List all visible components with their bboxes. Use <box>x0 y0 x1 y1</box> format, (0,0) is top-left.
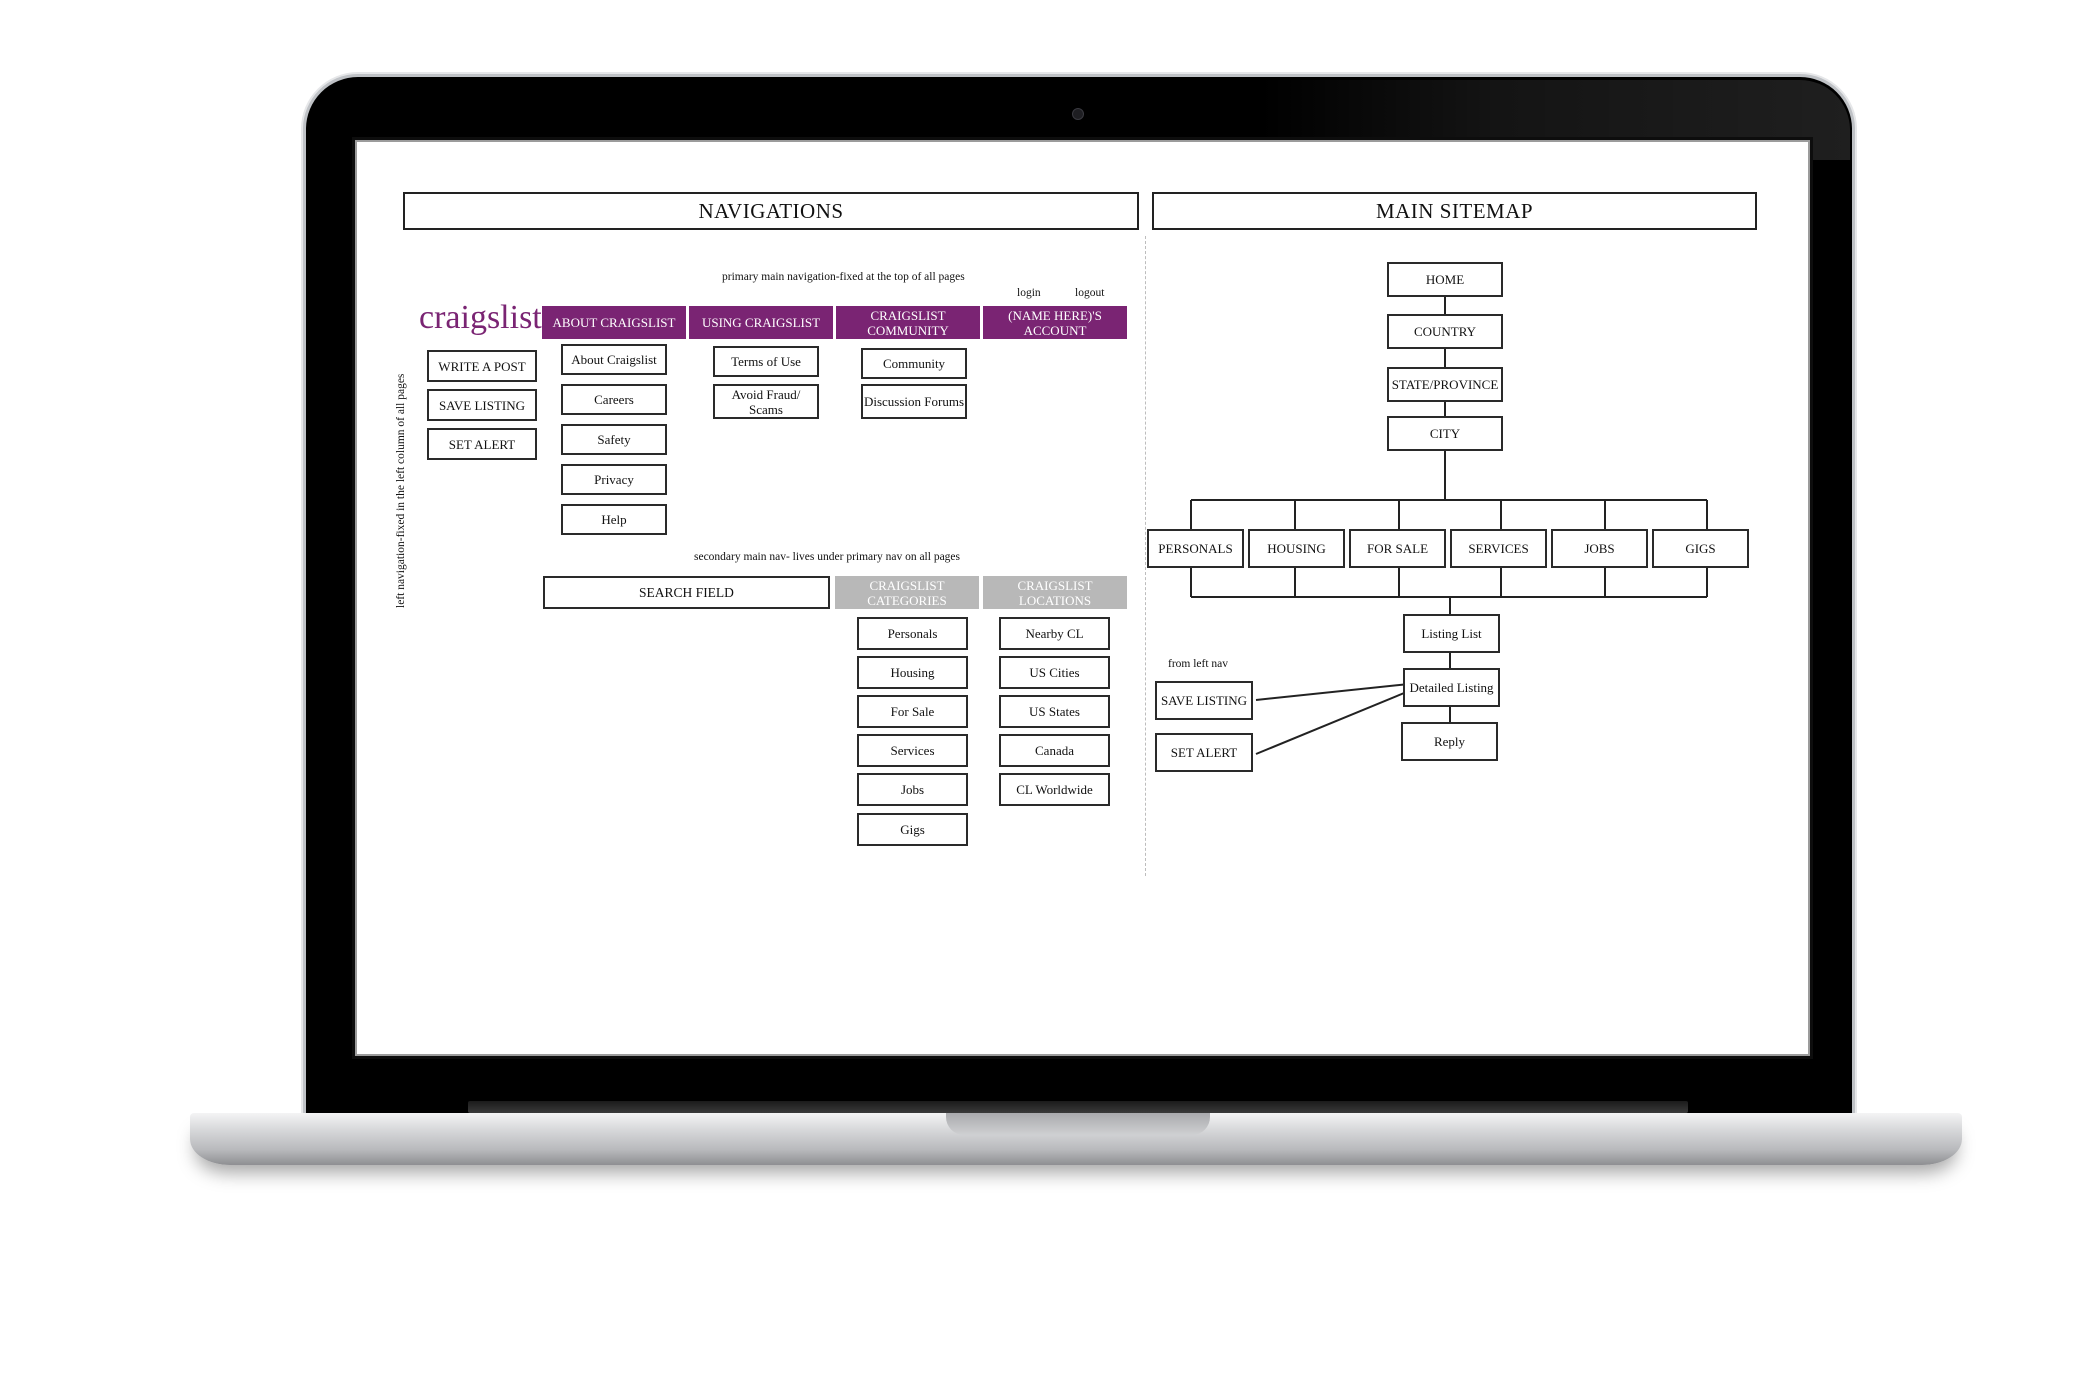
from-left-nav-label: from left nav <box>1168 658 1229 670</box>
laptop-hinge <box>468 1101 1688 1113</box>
sitemap-for-sale: FOR SALE <box>1349 529 1446 568</box>
sitemap-set-alert: SET ALERT <box>1155 733 1253 772</box>
sitemap-jobs: JOBS <box>1551 529 1648 568</box>
connector-set-alert <box>1255 690 1410 755</box>
screen: NAVIGATIONS MAIN SITEMAP primary main na… <box>352 137 1813 1059</box>
sitemap-personals: PERSONALS <box>1147 529 1244 568</box>
sitemap-reply: Reply <box>1401 722 1498 761</box>
sitemap-city: CITY <box>1387 416 1503 451</box>
sitemap-home: HOME <box>1387 262 1503 297</box>
sitemap-listing-list: Listing List <box>1403 614 1500 653</box>
sitemap-services: SERVICES <box>1450 529 1547 568</box>
sitemap-state-province: STATE/PROVINCE <box>1387 367 1503 402</box>
camera-icon <box>1072 108 1084 120</box>
sitemap-country: COUNTRY <box>1387 314 1503 349</box>
sitemap-housing: HOUSING <box>1248 529 1345 568</box>
sitemap-detailed-listing: Detailed Listing <box>1403 668 1500 707</box>
sitemap-save-listing: SAVE LISTING <box>1155 681 1253 720</box>
sitemap-gigs: GIGS <box>1652 529 1749 568</box>
sitemap-connectors <box>1190 297 1708 755</box>
laptop-notch <box>946 1113 1210 1135</box>
connector-save-listing <box>1255 683 1410 701</box>
